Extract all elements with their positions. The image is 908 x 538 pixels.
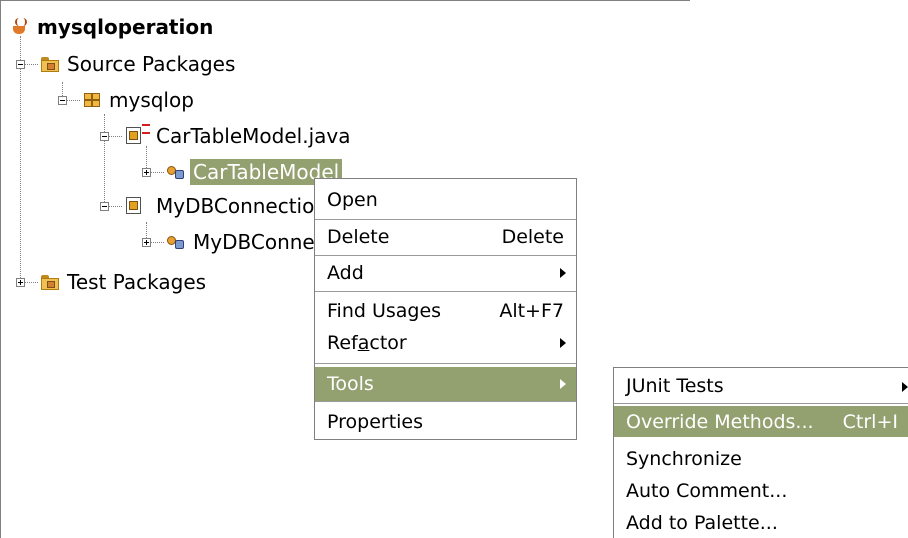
collapse-toggle-mysqlop[interactable] <box>58 96 67 105</box>
menu-item-label: JUnit Tests <box>626 374 724 397</box>
menu-item-label: Delete <box>327 226 390 248</box>
tree-line <box>150 242 164 243</box>
tree-node-project[interactable]: mysqloperation <box>10 14 216 40</box>
collapse-toggle-mydbconnection-java[interactable] <box>100 202 109 211</box>
tree-line <box>62 82 63 96</box>
tree-node-file-cartablemodel[interactable]: CarTableModel.java <box>124 123 353 149</box>
menu-item-override-methods[interactable]: Override Methods... Ctrl+I <box>614 406 908 437</box>
tree-line <box>104 114 105 206</box>
menu-separator <box>315 291 576 292</box>
menu-item-junit-tests[interactable]: JUnit Tests <box>614 370 908 401</box>
menu-item-label: Auto Comment... <box>626 479 788 502</box>
submenu-arrow-icon <box>560 268 566 278</box>
tools-submenu: JUnit Tests Override Methods... Ctrl+I Sy… <box>613 367 908 538</box>
menu-item-label: Tools <box>327 373 374 395</box>
tree-line <box>146 146 147 170</box>
menu-item-label: Override Methods... <box>626 410 814 433</box>
menu-item-label: Add to Palette... <box>626 511 778 534</box>
class-icon <box>166 162 186 182</box>
modified-badge-icon <box>142 124 150 134</box>
expand-toggle-mydbconnection-class[interactable] <box>142 238 151 247</box>
tree-line <box>24 64 38 65</box>
tree-node-label: Test Packages <box>67 270 207 294</box>
collapse-toggle-cartablemodel-java[interactable] <box>100 132 109 141</box>
menu-item-shortcut: Delete <box>501 226 564 248</box>
menu-item-label: Find Usages <box>327 300 442 322</box>
menu-item-refactor[interactable]: Refactor <box>315 326 576 360</box>
left-border <box>0 0 1 538</box>
submenu-arrow-icon <box>560 379 566 389</box>
expand-toggle-test-packages[interactable] <box>16 278 25 287</box>
class-icon <box>166 232 186 252</box>
menu-item-delete[interactable]: Delete Delete <box>315 220 576 254</box>
menu-item-shortcut: Ctrl+I <box>842 410 898 433</box>
context-menu: Open Delete Delete Add Find Usages Alt+F7 … <box>314 178 577 440</box>
menu-item-add[interactable]: Add <box>315 256 576 290</box>
menu-item-label: Open <box>327 189 378 211</box>
menu-item-label: Refactor <box>327 332 407 354</box>
mnemonic: a <box>357 332 370 354</box>
tree-node-source-packages[interactable]: Source Packages <box>40 51 238 77</box>
tree-node-label: Source Packages <box>67 52 236 76</box>
menu-item-tools[interactable]: Tools <box>315 367 576 401</box>
menu-separator <box>315 363 576 364</box>
tree-node-test-packages[interactable]: Test Packages <box>40 269 209 295</box>
tree-node-label: mysqlop <box>109 88 194 112</box>
menu-item-label: Properties <box>327 411 424 433</box>
tree-node-label: mysqloperation <box>37 15 214 39</box>
menu-item-label: Add <box>327 262 364 284</box>
expand-toggle-cartablemodel-class[interactable] <box>142 168 151 177</box>
menu-item-properties[interactable]: Properties <box>315 405 576 439</box>
submenu-arrow-icon <box>560 338 566 348</box>
menu-separator <box>614 403 908 404</box>
menu-item-label: Synchronize <box>626 447 742 470</box>
package-icon <box>82 90 102 110</box>
menu-item-synchronize[interactable]: Synchronize <box>614 443 908 474</box>
menu-item-shortcut: Alt+F7 <box>499 300 564 322</box>
test-folder-icon <box>40 272 60 292</box>
tree-node-package-mysqlop[interactable]: mysqlop <box>82 87 197 113</box>
collapse-toggle-source-packages[interactable] <box>16 60 25 69</box>
tree-line <box>108 206 122 207</box>
submenu-arrow-icon <box>902 382 908 392</box>
source-folder-icon <box>40 54 60 74</box>
tree-line <box>24 282 38 283</box>
tree-line <box>20 36 21 282</box>
top-border <box>0 0 690 1</box>
menu-item-find-usages[interactable]: Find Usages Alt+F7 <box>315 294 576 328</box>
menu-separator <box>315 401 576 402</box>
java-file-icon <box>124 196 144 216</box>
menu-item-open[interactable]: Open <box>315 183 576 217</box>
menu-item-auto-comment[interactable]: Auto Comment... <box>614 475 908 506</box>
tree-line <box>66 100 80 101</box>
java-project-icon <box>10 17 30 37</box>
tree-line <box>108 136 122 137</box>
tree-line <box>150 172 164 173</box>
java-file-icon <box>124 124 150 146</box>
project-explorer: mysqloperation Source Packages mysqlop C… <box>0 0 908 538</box>
menu-item-add-to-palette[interactable]: Add to Palette... <box>614 507 908 538</box>
tree-node-label: CarTableModel.java <box>156 124 351 148</box>
